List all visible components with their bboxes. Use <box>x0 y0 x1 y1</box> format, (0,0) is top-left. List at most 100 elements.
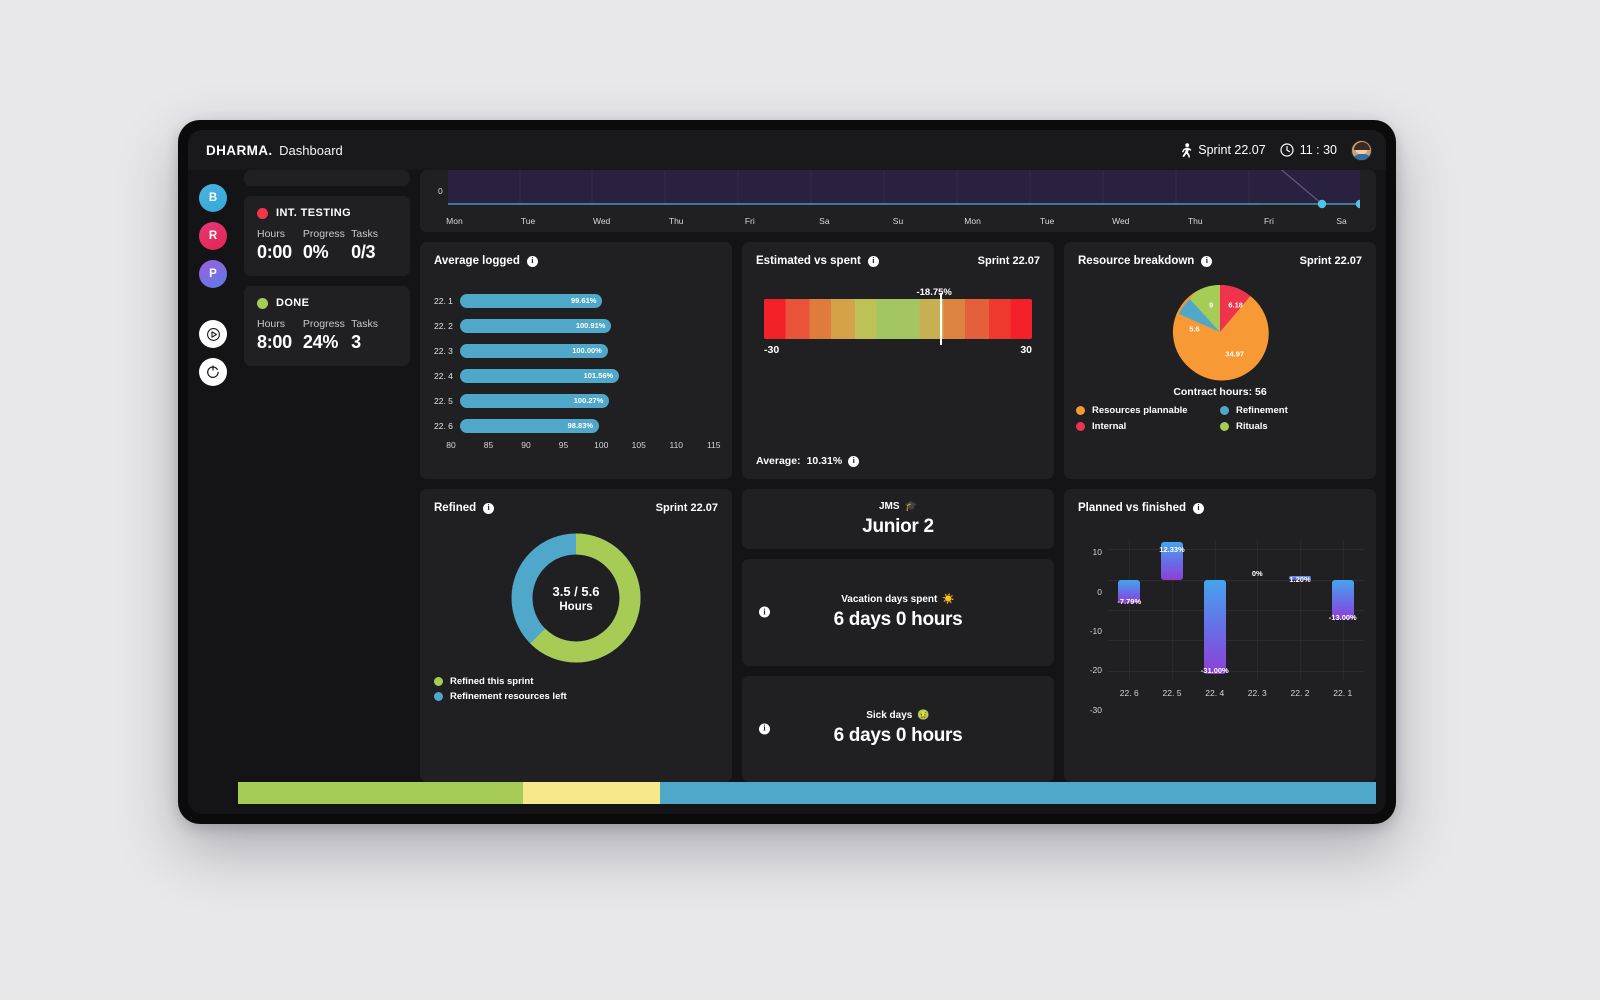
info-icon[interactable]: i <box>1201 255 1213 267</box>
page-title: Dashboard <box>279 142 343 158</box>
donut-value: 3.5 / 5.6 <box>552 583 600 599</box>
progress-segment-green <box>238 782 523 804</box>
legend-item-refined-this-sprint[interactable]: Refined this sprint <box>434 676 732 687</box>
legend-dot-icon <box>1220 406 1229 415</box>
refined-donut-wrap: 3.5 / 5.6 Hours Refined this sprint Refi… <box>420 524 732 706</box>
status-card-int-testing[interactable]: INT. TESTING Hours 0:00 Progress 0% Task… <box>244 196 410 276</box>
status-card-done[interactable]: DONE Hours 8:00 Progress 24% Tasks 3 <box>244 286 410 366</box>
role-code: JMS <box>878 500 900 512</box>
avatar[interactable] <box>1351 139 1372 161</box>
legend-item-rituals[interactable]: Rituals <box>1220 421 1364 432</box>
info-icon[interactable]: i <box>867 255 879 267</box>
legend-label: Refinement resources left <box>450 691 567 702</box>
refresh-button[interactable] <box>199 358 227 386</box>
panel-row-2: Refined i Sprint 22.07 3.5 / 5.6 Hours R… <box>420 489 1376 782</box>
info-icon[interactable]: i <box>759 723 770 735</box>
role-level: Junior 2 <box>862 515 934 537</box>
panel-title: Refined <box>434 502 477 514</box>
gridline <box>1108 549 1364 551</box>
burndown-tick-12: Sa <box>1336 216 1347 226</box>
pie-chart-wrap: 6.18 34.97 5.6 9 Contract hours: 56 Reso… <box>1064 277 1376 437</box>
info-icon[interactable]: i <box>759 606 770 618</box>
panel-sick-days[interactable]: i Sick days 🤢 6 days 0 hours <box>742 675 1054 782</box>
panel-role[interactable]: JMS 🎓 Junior 2 <box>742 489 1054 549</box>
metric-hours-value: 0:00 <box>257 242 292 262</box>
gauge-average-value: 10.31% <box>806 455 843 467</box>
pvf-plot: -7.79% 12.33% -31.00% 0% 1.20% -13.00% <box>1108 540 1364 680</box>
panel-title: Average logged <box>434 255 520 267</box>
panel-estimated-vs-spent[interactable]: Estimated vs spent i Sprint 22.07 -18.75… <box>742 242 1054 479</box>
panel-planned-vs-finished[interactable]: Planned vs finished i 10 0 -10 -20 -30 -… <box>1064 489 1376 782</box>
panel-resource-breakdown[interactable]: Resource breakdown i Sprint 22.07 6.18 3… <box>1064 242 1376 479</box>
left-rail: B R P <box>188 170 238 782</box>
y-tick: -30 <box>1089 705 1102 716</box>
pie-label-internal: 6.18 <box>1228 300 1243 310</box>
app-screen: DHARMA . Dashboard Sprint 22.07 11 : 30 … <box>188 130 1386 814</box>
pvf-bar-label-22-3: 0% <box>1251 569 1263 579</box>
panel-header: Refined i Sprint 22.07 <box>420 489 732 514</box>
burndown-tick-1: Tue <box>520 216 536 226</box>
panel-title: Resource breakdown <box>1078 255 1195 267</box>
bar-label: 22. 3 <box>434 345 453 356</box>
contract-hours-value: 56 <box>1254 386 1267 398</box>
status-card-title: DONE <box>276 297 310 309</box>
status-card-partial[interactable] <box>244 170 410 186</box>
vacation-value: 6 days 0 hours <box>833 608 963 630</box>
sun-icon: ☀️ <box>942 593 955 605</box>
pvf-bar-22-4[interactable] <box>1203 579 1226 674</box>
gauge-min: -30 <box>764 344 780 356</box>
bar-row: 22. 3 100.00% <box>434 340 718 361</box>
x-tick: 85 <box>483 440 494 450</box>
refresh-icon <box>207 365 219 378</box>
x-tick: 22. 1 <box>1333 688 1353 698</box>
sick-label-row: Sick days 🤢 <box>866 710 930 721</box>
rail-badge-r[interactable]: R <box>199 222 227 250</box>
play-icon <box>206 327 220 341</box>
legend-item-resources-plannable[interactable]: Resources plannable <box>1076 405 1220 416</box>
rail-badge-p[interactable]: P <box>199 260 227 288</box>
burndown-tick-2: Wed <box>592 216 611 226</box>
panel-vacation-days[interactable]: i Vacation days spent ☀️ 6 days 0 hours <box>742 559 1054 666</box>
gridline <box>1108 610 1364 611</box>
info-icon[interactable]: i <box>526 255 538 267</box>
refined-donut[interactable]: 3.5 / 5.6 Hours <box>506 528 646 668</box>
info-icon[interactable]: i <box>1193 502 1204 514</box>
info-icon[interactable]: i <box>848 455 860 467</box>
status-card-header: INT. TESTING <box>257 207 397 219</box>
average-logged-bars: 22. 1 99.61% 22. 2 100.91% 22. 3 100.00%… <box>420 277 732 460</box>
legend-dot-icon <box>1076 422 1085 431</box>
burndown-tick-5: Sa <box>819 216 830 226</box>
clock-icon <box>1280 143 1294 157</box>
x-tick: 95 <box>558 440 569 450</box>
bar-label: 22. 5 <box>434 395 453 406</box>
rail-badge-b[interactable]: B <box>199 184 227 212</box>
brand-logo[interactable]: DHARMA <box>206 143 268 158</box>
sick-value: 6 days 0 hours <box>833 725 963 747</box>
legend-item-internal[interactable]: Internal <box>1076 421 1220 432</box>
legend-item-refinement[interactable]: Refinement <box>1220 405 1364 416</box>
clock-indicator[interactable]: 11 : 30 <box>1280 143 1337 157</box>
gauge-max: 30 <box>1020 344 1032 356</box>
legend-item-refinement-resources-left[interactable]: Refinement resources left <box>434 691 732 702</box>
metric-progress-value: 0% <box>302 242 329 262</box>
burndown-y-zero: 0 <box>438 186 443 196</box>
metric-tasks: Tasks 0/3 <box>351 228 397 263</box>
sprint-label: Sprint 22.07 <box>1198 143 1266 157</box>
sprint-indicator[interactable]: Sprint 22.07 <box>1179 142 1266 158</box>
play-button[interactable] <box>199 320 227 348</box>
x-tick: 115 <box>706 440 721 450</box>
sprint-progress-bar[interactable] <box>238 782 1376 804</box>
resource-pie[interactable]: 6.18 34.97 5.6 9 <box>1171 283 1269 381</box>
legend-label: Refinement <box>1236 405 1288 416</box>
burndown-chart[interactable]: 0 Mon Tue Wed Thu Fri Sa Su Mon Tue Wed … <box>420 170 1376 232</box>
panel-refined[interactable]: Refined i Sprint 22.07 3.5 / 5.6 Hours R… <box>420 489 732 782</box>
vgridline <box>1257 540 1259 680</box>
info-icon[interactable]: i <box>483 502 495 514</box>
metric-tasks-value: 0/3 <box>351 242 376 262</box>
panel-average-logged[interactable]: Average logged i 22. 1 99.61% 22. 2 100.… <box>420 242 732 479</box>
graduation-cap-icon: 🎓 <box>904 500 917 512</box>
donut-center-text: 3.5 / 5.6 Hours <box>506 528 646 668</box>
x-axis: 80 85 90 95 100 105 110 115 <box>434 440 721 452</box>
sick-face-icon: 🤢 <box>917 710 930 722</box>
panel-header: Resource breakdown i Sprint 22.07 <box>1064 242 1376 267</box>
